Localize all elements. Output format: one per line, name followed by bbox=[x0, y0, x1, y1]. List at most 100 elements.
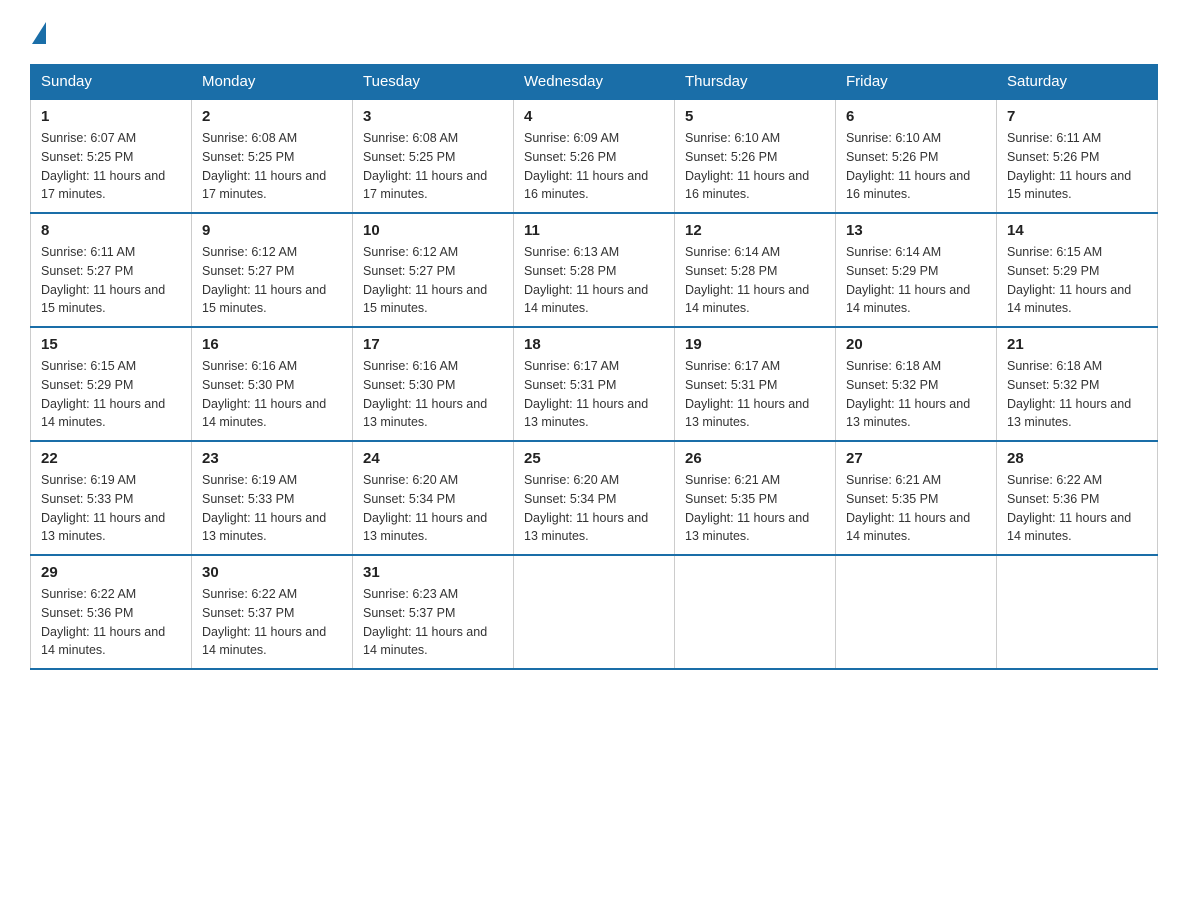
day-number: 11 bbox=[524, 222, 664, 239]
day-info: Sunrise: 6:21 AM Sunset: 5:35 PM Dayligh… bbox=[685, 471, 825, 546]
calendar-day-cell bbox=[997, 555, 1158, 669]
day-info: Sunrise: 6:20 AM Sunset: 5:34 PM Dayligh… bbox=[363, 471, 503, 546]
day-info: Sunrise: 6:17 AM Sunset: 5:31 PM Dayligh… bbox=[685, 357, 825, 432]
day-info: Sunrise: 6:07 AM Sunset: 5:25 PM Dayligh… bbox=[41, 129, 181, 204]
day-info: Sunrise: 6:10 AM Sunset: 5:26 PM Dayligh… bbox=[685, 129, 825, 204]
calendar-day-cell: 7 Sunrise: 6:11 AM Sunset: 5:26 PM Dayli… bbox=[997, 99, 1158, 213]
day-number: 12 bbox=[685, 222, 825, 239]
weekday-header-monday: Monday bbox=[192, 65, 353, 100]
day-number: 22 bbox=[41, 450, 181, 467]
day-number: 13 bbox=[846, 222, 986, 239]
day-info: Sunrise: 6:10 AM Sunset: 5:26 PM Dayligh… bbox=[846, 129, 986, 204]
calendar-week-row: 8 Sunrise: 6:11 AM Sunset: 5:27 PM Dayli… bbox=[31, 213, 1158, 327]
day-number: 25 bbox=[524, 450, 664, 467]
day-number: 1 bbox=[41, 108, 181, 125]
page-header bbox=[30, 20, 1158, 44]
day-info: Sunrise: 6:18 AM Sunset: 5:32 PM Dayligh… bbox=[846, 357, 986, 432]
day-info: Sunrise: 6:19 AM Sunset: 5:33 PM Dayligh… bbox=[202, 471, 342, 546]
calendar-day-cell: 11 Sunrise: 6:13 AM Sunset: 5:28 PM Dayl… bbox=[514, 213, 675, 327]
day-info: Sunrise: 6:12 AM Sunset: 5:27 PM Dayligh… bbox=[202, 243, 342, 318]
calendar-day-cell: 30 Sunrise: 6:22 AM Sunset: 5:37 PM Dayl… bbox=[192, 555, 353, 669]
calendar-day-cell: 13 Sunrise: 6:14 AM Sunset: 5:29 PM Dayl… bbox=[836, 213, 997, 327]
day-info: Sunrise: 6:17 AM Sunset: 5:31 PM Dayligh… bbox=[524, 357, 664, 432]
day-info: Sunrise: 6:20 AM Sunset: 5:34 PM Dayligh… bbox=[524, 471, 664, 546]
day-info: Sunrise: 6:14 AM Sunset: 5:28 PM Dayligh… bbox=[685, 243, 825, 318]
weekday-header-tuesday: Tuesday bbox=[353, 65, 514, 100]
day-number: 2 bbox=[202, 108, 342, 125]
calendar-day-cell: 2 Sunrise: 6:08 AM Sunset: 5:25 PM Dayli… bbox=[192, 99, 353, 213]
day-info: Sunrise: 6:16 AM Sunset: 5:30 PM Dayligh… bbox=[202, 357, 342, 432]
calendar-day-cell: 19 Sunrise: 6:17 AM Sunset: 5:31 PM Dayl… bbox=[675, 327, 836, 441]
calendar-day-cell: 24 Sunrise: 6:20 AM Sunset: 5:34 PM Dayl… bbox=[353, 441, 514, 555]
calendar-day-cell: 20 Sunrise: 6:18 AM Sunset: 5:32 PM Dayl… bbox=[836, 327, 997, 441]
day-number: 26 bbox=[685, 450, 825, 467]
calendar-day-cell: 16 Sunrise: 6:16 AM Sunset: 5:30 PM Dayl… bbox=[192, 327, 353, 441]
calendar-day-cell: 27 Sunrise: 6:21 AM Sunset: 5:35 PM Dayl… bbox=[836, 441, 997, 555]
calendar-day-cell: 31 Sunrise: 6:23 AM Sunset: 5:37 PM Dayl… bbox=[353, 555, 514, 669]
calendar-day-cell: 23 Sunrise: 6:19 AM Sunset: 5:33 PM Dayl… bbox=[192, 441, 353, 555]
calendar-day-cell: 21 Sunrise: 6:18 AM Sunset: 5:32 PM Dayl… bbox=[997, 327, 1158, 441]
calendar-week-row: 29 Sunrise: 6:22 AM Sunset: 5:36 PM Dayl… bbox=[31, 555, 1158, 669]
day-info: Sunrise: 6:08 AM Sunset: 5:25 PM Dayligh… bbox=[363, 129, 503, 204]
weekday-header-row: SundayMondayTuesdayWednesdayThursdayFrid… bbox=[31, 65, 1158, 100]
day-number: 23 bbox=[202, 450, 342, 467]
calendar-day-cell: 18 Sunrise: 6:17 AM Sunset: 5:31 PM Dayl… bbox=[514, 327, 675, 441]
weekday-header-sunday: Sunday bbox=[31, 65, 192, 100]
calendar-day-cell: 8 Sunrise: 6:11 AM Sunset: 5:27 PM Dayli… bbox=[31, 213, 192, 327]
day-number: 14 bbox=[1007, 222, 1147, 239]
weekday-header-saturday: Saturday bbox=[997, 65, 1158, 100]
day-number: 31 bbox=[363, 564, 503, 581]
calendar-day-cell bbox=[514, 555, 675, 669]
day-info: Sunrise: 6:12 AM Sunset: 5:27 PM Dayligh… bbox=[363, 243, 503, 318]
calendar-day-cell: 3 Sunrise: 6:08 AM Sunset: 5:25 PM Dayli… bbox=[353, 99, 514, 213]
calendar-day-cell: 1 Sunrise: 6:07 AM Sunset: 5:25 PM Dayli… bbox=[31, 99, 192, 213]
logo-triangle-icon bbox=[32, 22, 46, 44]
day-info: Sunrise: 6:15 AM Sunset: 5:29 PM Dayligh… bbox=[1007, 243, 1147, 318]
day-number: 4 bbox=[524, 108, 664, 125]
calendar-day-cell: 5 Sunrise: 6:10 AM Sunset: 5:26 PM Dayli… bbox=[675, 99, 836, 213]
calendar-day-cell: 10 Sunrise: 6:12 AM Sunset: 5:27 PM Dayl… bbox=[353, 213, 514, 327]
calendar-day-cell: 25 Sunrise: 6:20 AM Sunset: 5:34 PM Dayl… bbox=[514, 441, 675, 555]
calendar-week-row: 1 Sunrise: 6:07 AM Sunset: 5:25 PM Dayli… bbox=[31, 99, 1158, 213]
day-number: 8 bbox=[41, 222, 181, 239]
calendar-day-cell: 29 Sunrise: 6:22 AM Sunset: 5:36 PM Dayl… bbox=[31, 555, 192, 669]
weekday-header-thursday: Thursday bbox=[675, 65, 836, 100]
day-number: 10 bbox=[363, 222, 503, 239]
day-info: Sunrise: 6:11 AM Sunset: 5:26 PM Dayligh… bbox=[1007, 129, 1147, 204]
calendar-day-cell: 14 Sunrise: 6:15 AM Sunset: 5:29 PM Dayl… bbox=[997, 213, 1158, 327]
calendar-week-row: 15 Sunrise: 6:15 AM Sunset: 5:29 PM Dayl… bbox=[31, 327, 1158, 441]
calendar-day-cell: 6 Sunrise: 6:10 AM Sunset: 5:26 PM Dayli… bbox=[836, 99, 997, 213]
day-info: Sunrise: 6:13 AM Sunset: 5:28 PM Dayligh… bbox=[524, 243, 664, 318]
calendar-day-cell: 28 Sunrise: 6:22 AM Sunset: 5:36 PM Dayl… bbox=[997, 441, 1158, 555]
day-info: Sunrise: 6:19 AM Sunset: 5:33 PM Dayligh… bbox=[41, 471, 181, 546]
calendar-body: 1 Sunrise: 6:07 AM Sunset: 5:25 PM Dayli… bbox=[31, 99, 1158, 669]
day-info: Sunrise: 6:23 AM Sunset: 5:37 PM Dayligh… bbox=[363, 585, 503, 660]
day-info: Sunrise: 6:22 AM Sunset: 5:36 PM Dayligh… bbox=[1007, 471, 1147, 546]
calendar-header: SundayMondayTuesdayWednesdayThursdayFrid… bbox=[31, 65, 1158, 100]
day-info: Sunrise: 6:08 AM Sunset: 5:25 PM Dayligh… bbox=[202, 129, 342, 204]
day-info: Sunrise: 6:18 AM Sunset: 5:32 PM Dayligh… bbox=[1007, 357, 1147, 432]
day-number: 24 bbox=[363, 450, 503, 467]
day-number: 27 bbox=[846, 450, 986, 467]
day-number: 6 bbox=[846, 108, 986, 125]
calendar-table: SundayMondayTuesdayWednesdayThursdayFrid… bbox=[30, 64, 1158, 670]
day-info: Sunrise: 6:22 AM Sunset: 5:37 PM Dayligh… bbox=[202, 585, 342, 660]
day-number: 9 bbox=[202, 222, 342, 239]
calendar-day-cell: 15 Sunrise: 6:15 AM Sunset: 5:29 PM Dayl… bbox=[31, 327, 192, 441]
calendar-day-cell bbox=[836, 555, 997, 669]
day-number: 21 bbox=[1007, 336, 1147, 353]
day-info: Sunrise: 6:11 AM Sunset: 5:27 PM Dayligh… bbox=[41, 243, 181, 318]
calendar-day-cell: 12 Sunrise: 6:14 AM Sunset: 5:28 PM Dayl… bbox=[675, 213, 836, 327]
weekday-header-wednesday: Wednesday bbox=[514, 65, 675, 100]
day-number: 5 bbox=[685, 108, 825, 125]
day-number: 3 bbox=[363, 108, 503, 125]
day-info: Sunrise: 6:21 AM Sunset: 5:35 PM Dayligh… bbox=[846, 471, 986, 546]
day-number: 30 bbox=[202, 564, 342, 581]
calendar-day-cell: 17 Sunrise: 6:16 AM Sunset: 5:30 PM Dayl… bbox=[353, 327, 514, 441]
calendar-day-cell: 26 Sunrise: 6:21 AM Sunset: 5:35 PM Dayl… bbox=[675, 441, 836, 555]
calendar-day-cell bbox=[675, 555, 836, 669]
day-info: Sunrise: 6:09 AM Sunset: 5:26 PM Dayligh… bbox=[524, 129, 664, 204]
day-info: Sunrise: 6:22 AM Sunset: 5:36 PM Dayligh… bbox=[41, 585, 181, 660]
calendar-day-cell: 4 Sunrise: 6:09 AM Sunset: 5:26 PM Dayli… bbox=[514, 99, 675, 213]
day-number: 29 bbox=[41, 564, 181, 581]
